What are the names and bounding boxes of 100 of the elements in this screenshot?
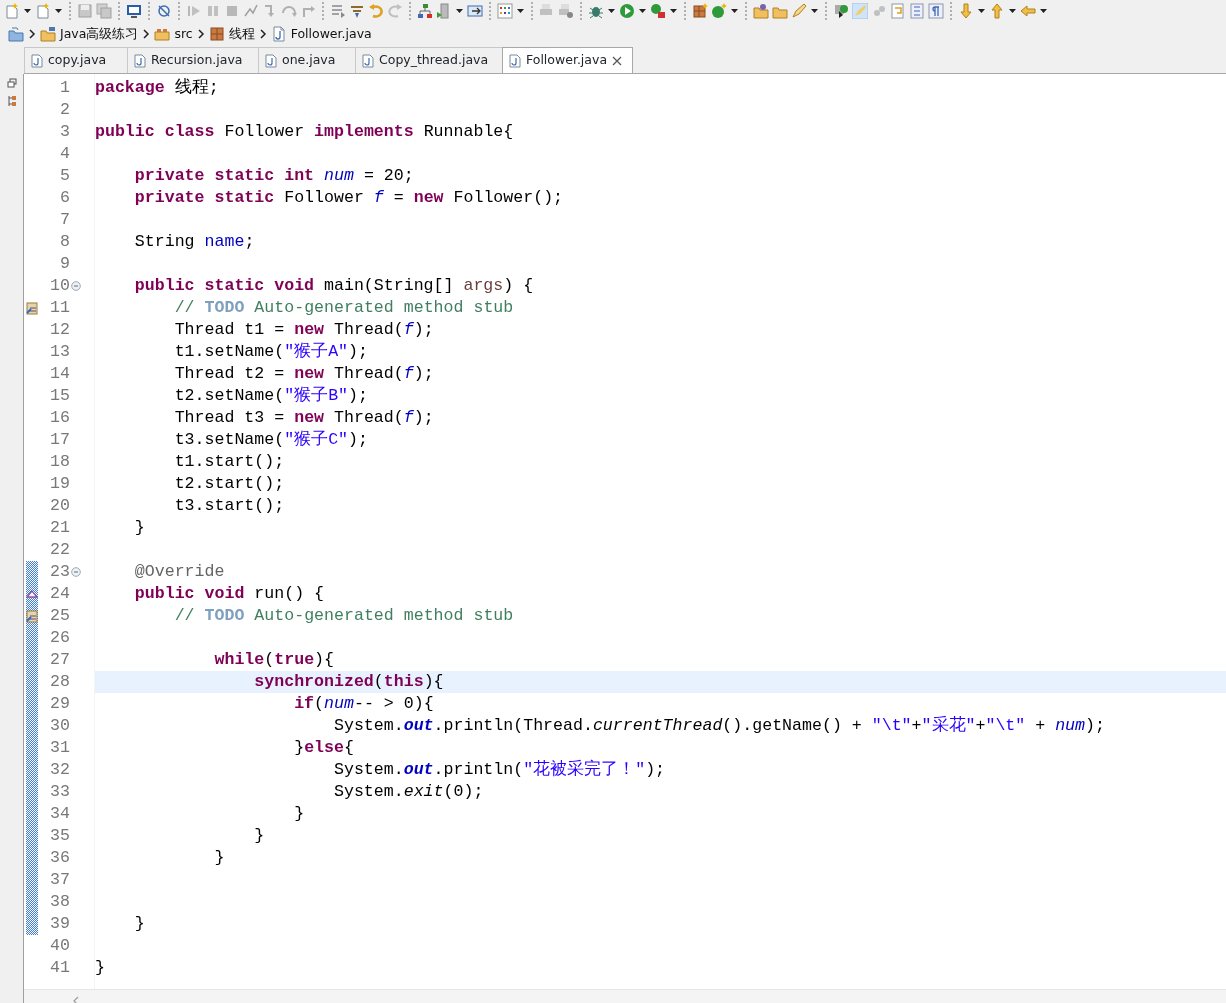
- step-return-icon[interactable]: [300, 3, 316, 19]
- redo-icon[interactable]: [387, 3, 403, 19]
- editor-tab[interactable]: copy.java: [24, 47, 128, 73]
- step-over-icon[interactable]: [281, 3, 297, 19]
- line-number: 9: [59, 253, 70, 275]
- caret-icon[interactable]: [54, 7, 63, 15]
- wrap-icon[interactable]: [890, 3, 906, 19]
- monitor-icon[interactable]: [126, 3, 142, 19]
- chevron-icon: [142, 29, 151, 39]
- collapse-icon[interactable]: [71, 567, 81, 577]
- line-number: 14: [49, 363, 70, 385]
- line-number: 19: [49, 473, 70, 495]
- line-number: 17: [49, 429, 70, 451]
- line-number: 37: [49, 869, 70, 891]
- resume-icon[interactable]: [186, 3, 202, 19]
- code-line: private static int num = 20;: [133, 165, 415, 187]
- line-number: 29: [49, 693, 70, 715]
- workspace-icon[interactable]: [8, 26, 24, 42]
- line-number: 28: [49, 671, 70, 693]
- chevron-icon: [258, 29, 267, 39]
- restore-icon[interactable]: [6, 78, 17, 88]
- code-line: private static Follower f = new Follower();: [133, 187, 565, 209]
- caret-icon[interactable]: [638, 7, 647, 15]
- source-folder-icon[interactable]: [154, 26, 171, 42]
- breadcrumb-item[interactable]: Follower.java: [290, 24, 372, 44]
- print-settings-icon[interactable]: [558, 3, 574, 19]
- line-number: 1: [59, 77, 70, 99]
- lines-icon[interactable]: [330, 3, 346, 19]
- line-number: 39: [49, 913, 70, 935]
- java-file-icon: [31, 53, 43, 68]
- line-number: 15: [49, 385, 70, 407]
- caret-icon[interactable]: [1008, 7, 1017, 15]
- breadcrumb-item[interactable]: 线程: [228, 24, 255, 44]
- caret-icon[interactable]: [730, 7, 739, 15]
- code-line: while(true){: [213, 649, 336, 671]
- line-number: 26: [49, 627, 70, 649]
- caret-icon[interactable]: [1039, 7, 1048, 15]
- open-type-icon[interactable]: [753, 3, 769, 19]
- caret-icon[interactable]: [516, 7, 525, 15]
- code-line: @Override: [133, 561, 226, 583]
- code-line: t3.start();: [173, 495, 286, 517]
- window-icon[interactable]: [467, 3, 483, 19]
- new-package-icon[interactable]: [692, 3, 708, 19]
- caret-icon[interactable]: [607, 7, 616, 15]
- skip-breakpoints-icon[interactable]: [156, 3, 172, 19]
- caret-icon[interactable]: [977, 7, 986, 15]
- collapse-icon[interactable]: [71, 281, 81, 291]
- save-icon[interactable]: [77, 3, 93, 19]
- pilcrow-icon[interactable]: [928, 3, 944, 19]
- breadcrumb-item[interactable]: src: [174, 24, 193, 44]
- save-all-icon[interactable]: [96, 3, 112, 19]
- line-number: 30: [49, 715, 70, 737]
- editor-tab[interactable]: Follower.java: [502, 47, 634, 73]
- package-icon[interactable]: [208, 26, 225, 42]
- line-number: 3: [59, 121, 70, 143]
- code-line: t1.setName("猴子A");: [173, 341, 369, 363]
- document-icon[interactable]: [909, 3, 925, 19]
- line-number: 36: [49, 847, 70, 869]
- java-file-icon[interactable]: [270, 26, 287, 42]
- breadcrumb-item[interactable]: Java高级练习: [60, 24, 139, 44]
- hierarchy-icon[interactable]: [417, 3, 433, 19]
- step-filter-icon[interactable]: [349, 3, 365, 19]
- run-icon[interactable]: [619, 3, 635, 19]
- caret-icon[interactable]: [669, 7, 678, 15]
- line-number: 32: [49, 759, 70, 781]
- close-icon[interactable]: [612, 55, 623, 66]
- line-number: 18: [49, 451, 70, 473]
- line-number: 6: [59, 187, 70, 209]
- pause-icon[interactable]: [205, 3, 221, 19]
- line-number: 13: [49, 341, 70, 363]
- code-line: t2.setName("猴子B");: [173, 385, 369, 407]
- line-number: 11: [49, 297, 70, 319]
- line-number: 12: [49, 319, 70, 341]
- java-file-icon: [265, 53, 277, 68]
- code-line: Thread t3 = new Thread(f);: [173, 407, 435, 429]
- outline-icon[interactable]: [6, 94, 17, 107]
- external-tools-icon[interactable]: [650, 3, 666, 19]
- stop-icon[interactable]: [224, 3, 240, 19]
- code-line: t2.start();: [173, 473, 286, 495]
- line-number: 40: [49, 935, 70, 957]
- code-line: public static void main(String[] args) {: [133, 275, 535, 297]
- horizontal-scrollbar[interactable]: [24, 989, 1226, 1003]
- line-number: 33: [49, 781, 70, 803]
- code-line: }: [133, 913, 146, 935]
- caret-icon[interactable]: [23, 7, 32, 15]
- code-line: }: [213, 847, 226, 869]
- caret-icon[interactable]: [455, 7, 464, 15]
- code-line: }else{: [293, 737, 355, 759]
- chevron-icon: [196, 29, 205, 39]
- code-line: t3.setName("猴子C");: [173, 429, 369, 451]
- code-line: Thread t2 = new Thread(f);: [173, 363, 435, 385]
- chevron-icon: [28, 29, 36, 39]
- line-number: 24: [49, 583, 70, 605]
- undo-icon[interactable]: [368, 3, 384, 19]
- caret-icon[interactable]: [810, 7, 819, 15]
- line-number: 34: [49, 803, 70, 825]
- grid-icon[interactable]: [497, 3, 513, 19]
- line-number: 22: [49, 539, 70, 561]
- scroll-left-icon[interactable]: [72, 994, 80, 1003]
- project-folder-icon[interactable]: [40, 26, 56, 42]
